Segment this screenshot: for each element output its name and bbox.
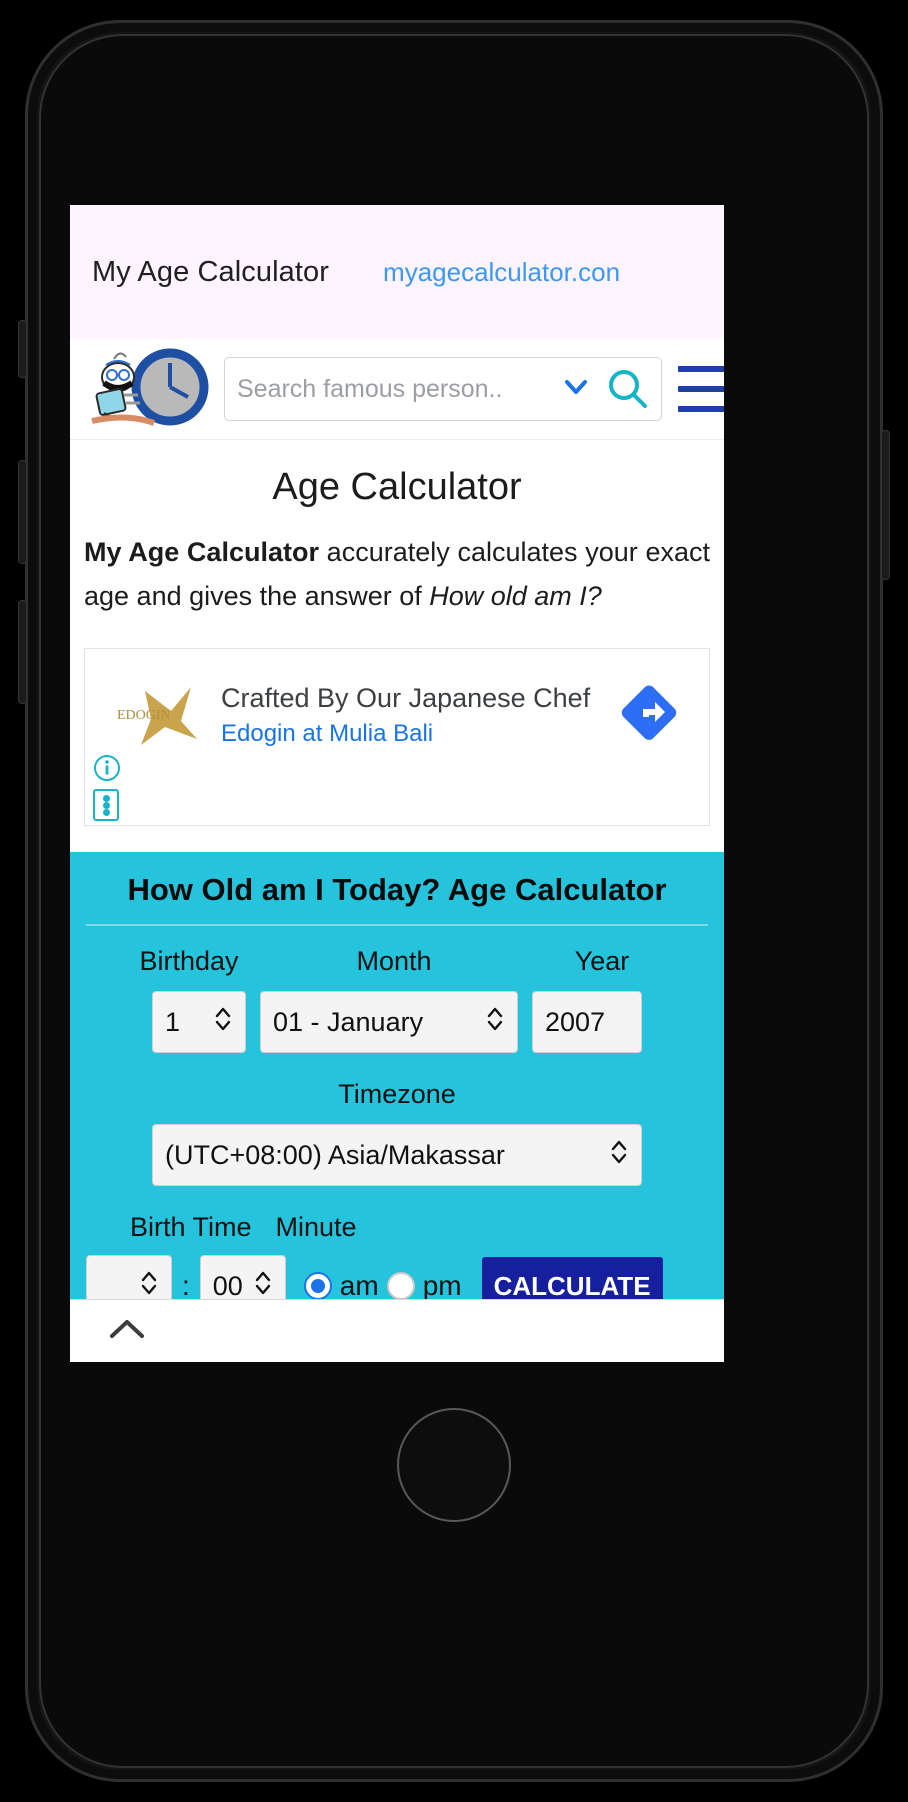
- label-minute: Minute: [275, 1212, 357, 1243]
- am-label: am: [339, 1270, 379, 1302]
- day-select[interactable]: 1: [152, 991, 246, 1054]
- year-input-value: 2007: [545, 1006, 606, 1037]
- directions-arrow-icon[interactable]: [617, 681, 681, 750]
- phone-screen: My Age Calculator myagecalculator.con Se…: [70, 205, 724, 1362]
- page-description: My Age Calculator accurately calculates …: [84, 531, 710, 618]
- description-emphasis: How old am I?: [429, 580, 602, 611]
- age-calculator-panel: How Old am I Today? Age Calculator Birth…: [70, 852, 724, 1324]
- search-icon[interactable]: [605, 366, 651, 412]
- timezone-select[interactable]: (UTC+08:00) Asia/Makassar: [152, 1124, 642, 1187]
- chevron-down-icon[interactable]: [561, 374, 591, 405]
- date-labels-row: Birthday Month Year: [86, 946, 708, 977]
- advertisement[interactable]: EDOGIN Crafted By Our Japanese Chef Edog…: [84, 648, 710, 827]
- search-input[interactable]: [235, 373, 561, 405]
- stepper-icon: [213, 1005, 233, 1040]
- site-navbar: [70, 339, 724, 440]
- stepper-icon: [609, 1138, 629, 1173]
- time-labels-row: Birth Time Minute: [86, 1212, 708, 1243]
- site-url-link[interactable]: myagecalculator.con: [383, 257, 620, 288]
- month-select-value: 01 - January: [273, 1006, 424, 1037]
- more-options-icon[interactable]: [93, 789, 119, 822]
- time-separator: :: [182, 1270, 190, 1302]
- description-lead: My Age Calculator: [84, 537, 319, 567]
- site-header: My Age Calculator myagecalculator.con: [70, 205, 724, 339]
- phone-home-button[interactable]: [397, 1408, 511, 1522]
- label-timezone: Timezone: [338, 1079, 456, 1110]
- date-fields-row: 1 01 - January 2007: [86, 991, 708, 1054]
- phone-mute-switch[interactable]: [18, 320, 27, 378]
- label-year: Year: [574, 946, 630, 977]
- timezone-select-value: (UTC+08:00) Asia/Makassar: [165, 1139, 505, 1170]
- site-brand-title: My Age Calculator: [92, 255, 330, 288]
- screenshot-root: My Age Calculator myagecalculator.con Se…: [0, 0, 908, 1802]
- phone-volume-up-button[interactable]: [18, 460, 27, 564]
- label-birthday: Birthday: [139, 946, 239, 977]
- am-radio[interactable]: [303, 1272, 332, 1301]
- ad-text-block: Crafted By Our Japanese Chef Edogin at M…: [221, 683, 617, 748]
- hamburger-menu-icon[interactable]: [678, 362, 724, 416]
- browser-bottom-bar: [70, 1299, 724, 1362]
- pm-label: pm: [422, 1270, 462, 1302]
- pm-radio[interactable]: [386, 1272, 415, 1301]
- page-content: Age Calculator My Age Calculator accurat…: [70, 466, 724, 827]
- edogin-wordmark: EDOGIN: [117, 708, 171, 723]
- meridiem-radio-group: am pm: [303, 1270, 462, 1302]
- page-title: Age Calculator: [272, 466, 522, 508]
- stepper-icon: [485, 1005, 505, 1040]
- edogin-crane-logo: EDOGIN: [115, 677, 203, 753]
- month-select[interactable]: 01 - January: [260, 991, 518, 1054]
- search-bar[interactable]: [224, 357, 662, 421]
- calculator-heading: How Old am I Today? Age Calculator: [86, 868, 708, 927]
- phone-power-button[interactable]: [881, 430, 890, 580]
- minute-select-value: 00: [212, 1270, 243, 1301]
- year-input[interactable]: 2007: [532, 991, 642, 1054]
- clock-character-logo[interactable]: [84, 347, 212, 431]
- ad-link[interactable]: Edogin at Mulia Bali: [221, 720, 617, 748]
- chevron-up-icon[interactable]: [104, 1312, 150, 1351]
- info-icon[interactable]: [93, 754, 121, 787]
- label-month: Month: [356, 946, 432, 977]
- day-select-value: 1: [165, 1006, 181, 1037]
- label-birth-time: Birth Time: [130, 1212, 252, 1243]
- ad-headline: Crafted By Our Japanese Chef: [221, 682, 591, 713]
- phone-volume-down-button[interactable]: [18, 600, 27, 704]
